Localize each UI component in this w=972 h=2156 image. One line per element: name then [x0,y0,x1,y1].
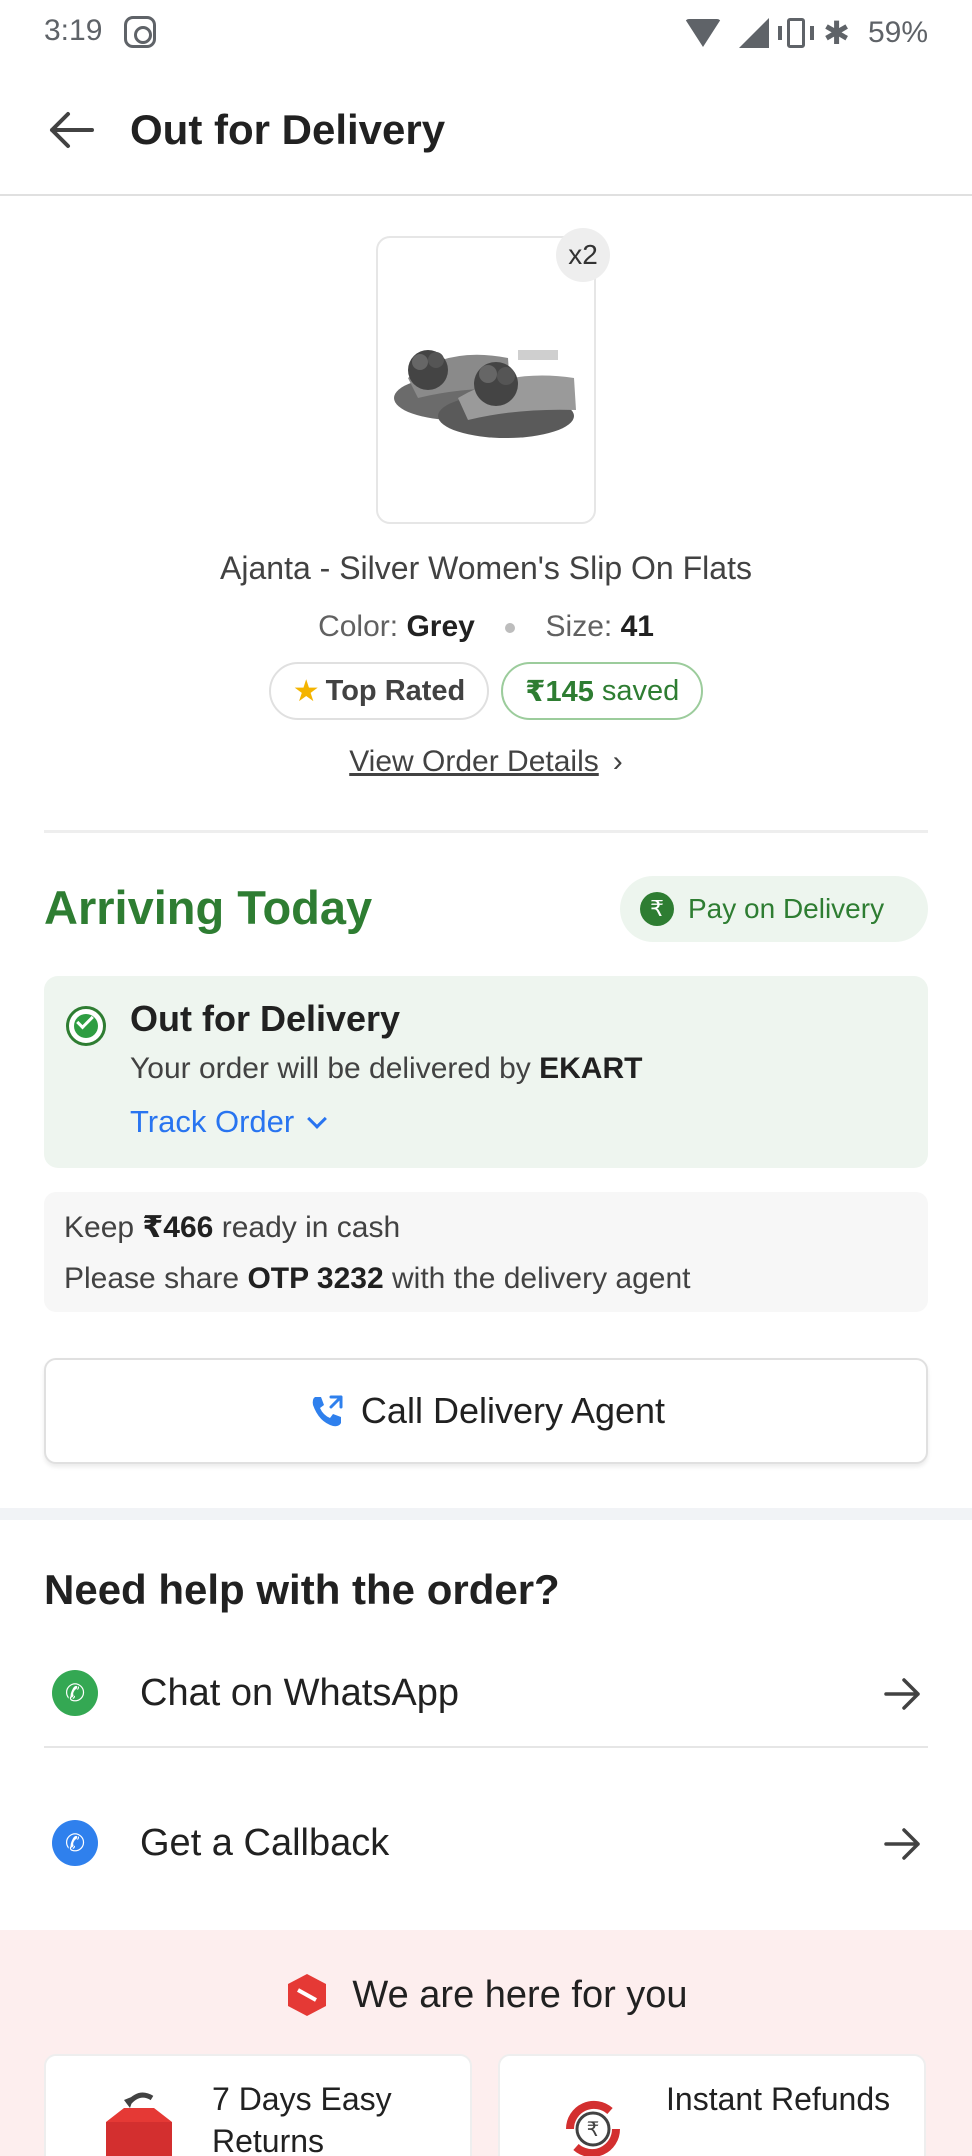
quantity-badge: x2 [556,228,610,282]
back-arrow-icon[interactable] [46,108,96,152]
page-title: Out for Delivery [130,106,446,153]
phone-call-icon [312,1395,343,1427]
call-delivery-agent-label: Call Delivery Agent [360,1390,666,1431]
saved-amount: ₹145 [525,675,594,708]
signal-icon [739,18,770,48]
track-order-label: Track Order [130,1104,295,1139]
help-item-whatsapp[interactable]: ✆ Chat on WhatsApp [44,1638,928,1748]
top-rated-label: Top Rated [325,674,466,707]
return-box-icon [106,2092,172,2156]
status-time: 3:19 [44,14,103,47]
divider [44,830,928,833]
instagram-notification-icon [124,16,156,48]
courier-name: EKART [539,1052,643,1085]
cash-amount: ₹466 [142,1211,214,1244]
sandal-image [394,350,576,438]
feature-label: Instant Refunds [666,2081,891,2117]
top-rated-badge: ★ Top Rated [268,662,490,720]
saved-label: saved [601,674,680,707]
help-item-label: Chat on WhatsApp [140,1672,459,1714]
otp-instruction: Please share OTP 3232 with the delivery … [64,1262,691,1296]
otp-prefix: Please share [64,1262,240,1295]
product-name[interactable]: Ajanta - Silver Women's Slip On Flats [0,550,972,587]
color-value: Grey [406,610,475,643]
delivery-status-card: Out for Delivery Your order will be deli… [44,976,928,1168]
status-bar: 3:19 ✱ 59% [0,0,972,66]
size-value: 41 [620,610,654,643]
star-icon: ★ [292,674,320,708]
refund-icon: ₹ [565,2100,621,2156]
chevron-right-icon: › [612,745,623,778]
support-footer: We are here for you 7 Days Easy Returns … [0,1930,972,2156]
chevron-down-icon [307,1109,328,1129]
arrow-right-icon [884,1678,920,1710]
separator-dot [505,623,516,634]
svg-text:₹: ₹ [587,2117,600,2141]
cash-prefix: Keep [64,1211,135,1244]
payment-method-pill: ₹ Pay on Delivery [620,876,928,942]
arrow-right-icon [884,1828,920,1860]
delivery-status-title: Out for Delivery [130,998,401,1039]
cash-suffix: ready in cash [221,1211,401,1244]
status-icons: ✱ 59% [685,14,928,52]
product-attributes: Color: Grey Size: 41 [0,610,972,644]
call-delivery-agent-button[interactable]: Call Delivery Agent [44,1358,928,1464]
whatsapp-icon: ✆ [52,1670,98,1716]
feature-label: 7 Days Easy Returns [212,2081,392,2156]
help-item-label: Get a Callback [140,1822,390,1864]
vibrate-icon [778,18,815,48]
rupee-icon: ₹ [640,892,674,926]
size-label: Size: [545,610,613,643]
support-heading: We are here for you [352,1973,688,2016]
section-separator [0,1508,972,1520]
payment-method-label: Pay on Delivery [688,893,885,924]
phone-icon: ✆ [52,1820,98,1866]
app-bar: Out for Delivery [0,66,972,196]
cash-otp-card: Keep ₹466 ready in cash Please share OTP… [44,1192,928,1312]
color-label: Color: [318,610,399,643]
otp-value: OTP 3232 [247,1262,384,1295]
support-heading-row: We are here for you [0,1972,972,2018]
feature-card-returns: 7 Days Easy Returns [44,2054,472,2156]
help-item-callback[interactable]: ✆ Get a Callback [44,1788,928,1898]
hexagon-logo-icon [288,1974,327,2016]
product-badges: ★ Top Rated ₹145 saved [0,662,972,720]
cash-instruction: Keep ₹466 ready in cash [64,1210,400,1245]
otp-suffix: with the delivery agent [392,1262,691,1295]
savings-badge: ₹145 saved [501,662,704,720]
wifi-icon [685,19,722,47]
view-order-details-link[interactable]: View Order Details › [0,745,972,779]
delivered-by-text: Your order will be delivered by [130,1052,531,1085]
arriving-heading: Arriving Today [44,881,373,934]
track-order-button[interactable]: Track Order [130,1104,328,1140]
battery-level: 59% [867,16,928,49]
delivery-status-subtitle: Your order will be delivered by EKART [130,1052,642,1086]
feature-card-refunds: ₹ Instant Refunds [498,2054,926,2156]
help-heading: Need help with the order? [44,1566,560,1613]
view-order-details-label: View Order Details [349,745,599,778]
product-image[interactable] [376,236,596,524]
bluetooth-icon: ✱ [823,15,850,51]
